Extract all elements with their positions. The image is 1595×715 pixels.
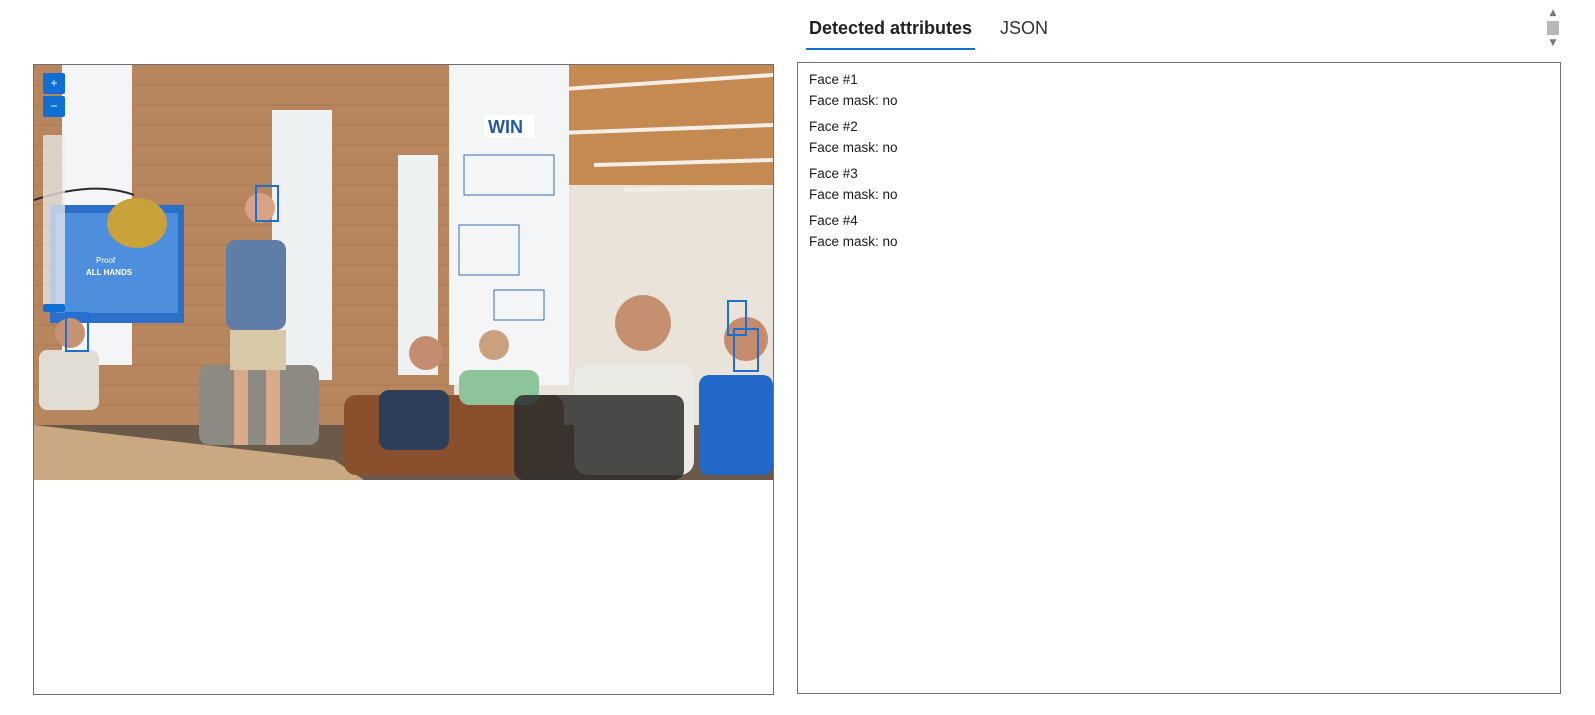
face-title: Face #2 — [809, 119, 858, 134]
face-title: Face #4 — [809, 213, 858, 228]
face-title: Face #1 — [809, 72, 858, 87]
tab-json[interactable]: JSON — [997, 10, 1051, 50]
office-scene-illustration: WIN Proof ALL HANDS — [34, 65, 773, 480]
face-attribute: Face mask: no — [809, 234, 898, 249]
result-tabs: Detected attributes JSON — [806, 10, 1073, 50]
face-entry: Face #1 Face mask: no — [809, 69, 1549, 111]
chevron-up-icon[interactable]: ▲ — [1546, 6, 1560, 20]
face-entry: Face #2 Face mask: no — [809, 116, 1549, 158]
analyzed-photo: WIN Proof ALL HANDS — [34, 65, 773, 480]
zoom-slider-thumb[interactable] — [43, 304, 65, 312]
page-scrollbar[interactable]: ▲ ▼ — [1546, 6, 1560, 52]
image-viewer: WIN Proof ALL HANDS + − — [33, 64, 774, 695]
wall-text: WIN — [488, 117, 523, 137]
face-entry: Face #3 Face mask: no — [809, 163, 1549, 205]
face-title: Face #3 — [809, 166, 858, 181]
face-attribute: Face mask: no — [809, 93, 898, 108]
scroll-thumb[interactable] — [1547, 21, 1559, 35]
face-attribute: Face mask: no — [809, 187, 898, 202]
tab-detected-attributes[interactable]: Detected attributes — [806, 10, 976, 50]
chevron-down-icon[interactable]: ▼ — [1546, 36, 1560, 50]
screen-text-2: ALL HANDS — [86, 268, 133, 277]
zoom-out-button[interactable]: − — [43, 96, 65, 117]
zoom-slider-track[interactable] — [43, 135, 65, 307]
face-attribute: Face mask: no — [809, 140, 898, 155]
screen-text-1: Proof — [96, 256, 116, 265]
detected-attributes-panel: Face #1 Face mask: no Face #2 Face mask:… — [797, 62, 1561, 694]
zoom-in-button[interactable]: + — [43, 73, 65, 94]
face-entry: Face #4 Face mask: no — [809, 210, 1549, 252]
